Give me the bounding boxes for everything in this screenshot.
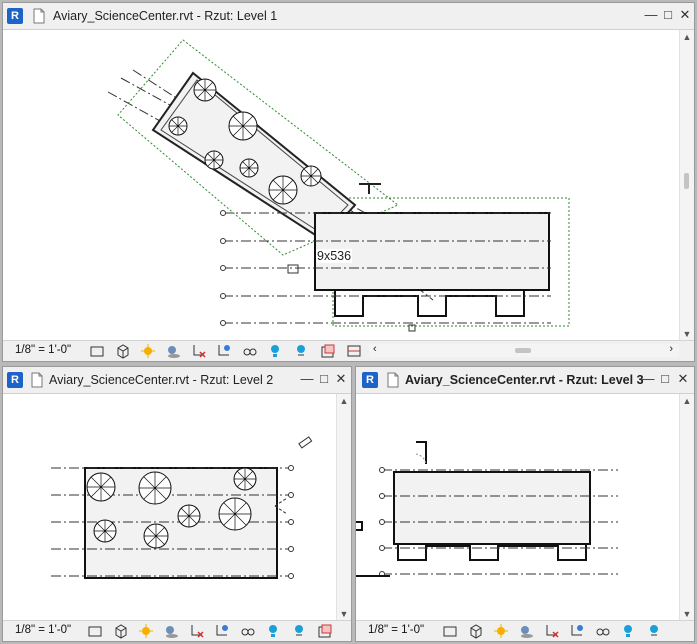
scroll-down-icon[interactable]: ▼ bbox=[337, 609, 351, 619]
minimize-button[interactable]: — bbox=[300, 372, 314, 386]
highlight-displacement-icon[interactable] bbox=[317, 623, 333, 639]
close-button[interactable]: ✕ bbox=[334, 372, 348, 386]
floor-plan-level2 bbox=[51, 436, 313, 579]
maximize-button[interactable]: □ bbox=[317, 372, 331, 386]
sun-path-icon[interactable] bbox=[138, 623, 154, 639]
horizontal-scrollbar[interactable]: ‹ › bbox=[369, 343, 679, 357]
show-crop-icon[interactable] bbox=[214, 623, 230, 639]
show-crop-icon[interactable] bbox=[569, 623, 585, 639]
show-crop-icon[interactable] bbox=[216, 343, 232, 359]
view-control-bar: 1/8" = 1'-0" bbox=[3, 620, 351, 641]
titlebar-level3[interactable]: R Aviary_ScienceCenter.rvt - Rzut: Level… bbox=[356, 367, 694, 394]
crop-view-icon[interactable] bbox=[191, 343, 207, 359]
vertical-scrollbar[interactable]: ▲ ▼ bbox=[336, 394, 351, 621]
crop-view-icon[interactable] bbox=[189, 623, 205, 639]
view-window-level3[interactable]: R Aviary_ScienceCenter.rvt - Rzut: Level… bbox=[355, 366, 695, 642]
temporary-hide-icon[interactable] bbox=[240, 623, 256, 639]
minimize-button[interactable]: — bbox=[644, 8, 658, 22]
revit-logo-icon: R bbox=[7, 372, 23, 388]
analysis-display-icon[interactable] bbox=[646, 623, 662, 639]
detail-level-icon[interactable] bbox=[442, 623, 458, 639]
vertical-scrollbar[interactable]: ▲ ▼ bbox=[679, 30, 694, 341]
floor-plan-level3 bbox=[356, 441, 618, 577]
reveal-hidden-icon[interactable] bbox=[267, 343, 283, 359]
drawing-canvas-level3[interactable] bbox=[356, 394, 680, 621]
window-title: Aviary_ScienceCenter.rvt - Rzut: Level 1 bbox=[53, 9, 278, 23]
analysis-display-icon[interactable] bbox=[291, 623, 307, 639]
temporary-hide-icon[interactable] bbox=[595, 623, 611, 639]
visual-style-icon[interactable] bbox=[113, 623, 129, 639]
crop-view-icon[interactable] bbox=[544, 623, 560, 639]
view-control-bar: 1/8" = 1'-0" ‹ › bbox=[3, 340, 694, 361]
drawing-canvas-level1[interactable]: 9x536 bbox=[3, 30, 680, 341]
document-icon bbox=[31, 372, 43, 388]
minimize-button[interactable]: — bbox=[641, 372, 655, 386]
scroll-thumb[interactable] bbox=[684, 173, 689, 189]
detail-level-icon[interactable] bbox=[87, 623, 103, 639]
view-control-bar: 1/8" = 1'-0" bbox=[356, 620, 694, 641]
close-button[interactable]: ✕ bbox=[678, 8, 692, 22]
floor-plan-level1 bbox=[107, 39, 570, 332]
scroll-up-icon[interactable]: ▲ bbox=[337, 396, 351, 406]
shadows-icon[interactable] bbox=[518, 623, 534, 639]
revit-logo-icon: R bbox=[7, 8, 23, 24]
hscroll-thumb[interactable] bbox=[515, 348, 531, 353]
reveal-hidden-icon[interactable] bbox=[620, 623, 636, 639]
scroll-up-icon[interactable]: ▲ bbox=[680, 396, 694, 406]
temporary-hide-icon[interactable] bbox=[242, 343, 258, 359]
shadows-icon[interactable] bbox=[165, 343, 181, 359]
maximize-button[interactable]: □ bbox=[658, 372, 672, 386]
revit-logo-icon: R bbox=[362, 372, 378, 388]
close-button[interactable]: ✕ bbox=[676, 372, 690, 386]
view-window-level2[interactable]: R Aviary_ScienceCenter.rvt - Rzut: Level… bbox=[2, 366, 352, 642]
titlebar-level2[interactable]: R Aviary_ScienceCenter.rvt - Rzut: Level… bbox=[3, 367, 351, 394]
reveal-hidden-icon[interactable] bbox=[265, 623, 281, 639]
document-icon bbox=[33, 8, 45, 24]
scale-label[interactable]: 1/8" = 1'-0" bbox=[368, 624, 424, 636]
window-title: Aviary_ScienceCenter.rvt - Rzut: Level 3 bbox=[405, 373, 644, 387]
scale-label[interactable]: 1/8" = 1'-0" bbox=[15, 344, 71, 356]
dimension-label[interactable]: 9x536 bbox=[316, 249, 353, 263]
maximize-button[interactable]: □ bbox=[661, 8, 675, 22]
drawing-canvas-level2[interactable] bbox=[3, 394, 337, 621]
view-window-level1[interactable]: R Aviary_ScienceCenter.rvt - Rzut: Level… bbox=[2, 2, 695, 362]
scroll-down-icon[interactable]: ▼ bbox=[680, 329, 694, 339]
highlight-displacement-icon[interactable] bbox=[320, 343, 336, 359]
analysis-display-icon[interactable] bbox=[293, 343, 309, 359]
scroll-left-icon[interactable]: ‹ bbox=[373, 343, 377, 355]
shadows-icon[interactable] bbox=[163, 623, 179, 639]
visual-style-icon[interactable] bbox=[468, 623, 484, 639]
scroll-right-icon[interactable]: › bbox=[669, 343, 673, 355]
detail-level-icon[interactable] bbox=[89, 343, 105, 359]
window-title: Aviary_ScienceCenter.rvt - Rzut: Level 2 bbox=[49, 373, 274, 387]
visual-style-icon[interactable] bbox=[115, 343, 131, 359]
vertical-scrollbar[interactable]: ▲ ▼ bbox=[679, 394, 694, 621]
titlebar-level1[interactable]: R Aviary_ScienceCenter.rvt - Rzut: Level… bbox=[3, 3, 694, 30]
reveal-constraints-icon[interactable] bbox=[346, 343, 362, 359]
scroll-down-icon[interactable]: ▼ bbox=[680, 609, 694, 619]
document-icon bbox=[387, 372, 399, 388]
scroll-up-icon[interactable]: ▲ bbox=[680, 32, 694, 42]
scale-label[interactable]: 1/8" = 1'-0" bbox=[15, 624, 71, 636]
sun-path-icon[interactable] bbox=[493, 623, 509, 639]
sun-path-icon[interactable] bbox=[140, 343, 156, 359]
